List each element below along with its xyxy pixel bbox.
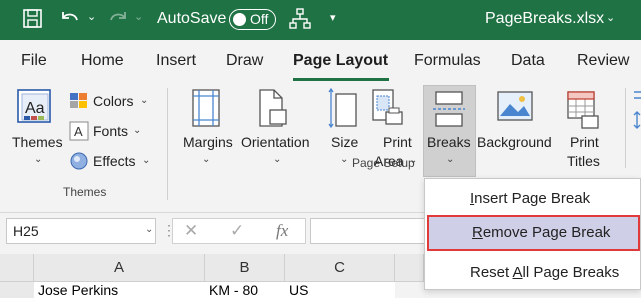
remove-hotkey: R [472,224,483,241]
autosave-toggle[interactable]: Off [229,9,276,30]
group-divider [625,88,626,168]
redo-dropdown-icon: ⌄ [134,11,144,23]
orientation-dropdown-icon[interactable]: ⌄ [273,154,281,165]
customize-toolbar-icon[interactable]: ▾ [330,11,336,24]
tab-draw[interactable]: Draw [226,52,263,70]
row-header[interactable] [0,282,34,298]
orientation-button-label[interactable]: Orientation [241,134,309,150]
toggle-knob [233,13,246,26]
organization-chart-icon[interactable] [289,8,311,35]
scale-group-icon[interactable] [632,88,641,153]
size-dropdown-icon[interactable]: ⌄ [340,154,348,165]
fonts-button-label[interactable]: Fonts [93,123,128,139]
fonts-icon[interactable]: A [69,121,89,146]
ribbon-tabs: File Home Insert Draw Page Layout Formul… [0,40,641,82]
autosave-label: AutoSave [157,10,227,27]
margins-icon[interactable] [190,88,222,133]
fonts-dropdown-icon[interactable]: ⌄ [133,125,141,136]
colors-icon[interactable] [69,92,89,115]
name-box[interactable]: H25 [6,218,156,244]
breaks-menu: Insert Page Break Remove Page Break Rese… [424,178,641,290]
undo-icon[interactable] [58,8,82,35]
title-bar: ⌄ ⌄ AutoSave Off ▾ PageBreaks.xlsx ⌄ [0,0,641,40]
print-titles-button-label-line2[interactable]: Titles [567,153,600,169]
formula-input[interactable] [310,218,428,244]
tab-home[interactable]: Home [81,52,124,70]
column-header-a[interactable]: A [34,254,205,282]
svg-text:A: A [74,124,83,139]
margins-dropdown-icon[interactable]: ⌄ [202,154,210,165]
print-titles-button-label-line1[interactable]: Print [570,134,599,150]
column-header-b[interactable]: B [205,254,285,282]
size-icon[interactable] [328,87,360,133]
insert-label: nsert Page Break [474,190,591,207]
column-header-d[interactable] [395,254,424,282]
tab-data[interactable]: Data [511,52,545,70]
orientation-icon[interactable] [256,88,288,133]
undo-dropdown-icon[interactable]: ⌄ [87,10,96,23]
print-area-button-label-line1[interactable]: Print [383,134,412,150]
insert-function-icon[interactable]: fx [276,221,288,241]
breaks-dropdown-icon[interactable]: ⌄ [446,154,454,165]
autosave-state: Off [250,11,269,27]
column-header-c[interactable]: C [285,254,395,282]
cell-a[interactable]: Jose Perkins [34,282,205,298]
tab-formulas[interactable]: Formulas [414,52,481,70]
tab-insert[interactable]: Insert [156,52,196,70]
name-box-dropdown-icon[interactable]: ⌄ [145,224,153,235]
print-titles-icon[interactable] [566,90,600,135]
remove-label: emove Page Break [482,224,611,241]
colors-button-label[interactable]: Colors [93,93,133,109]
size-button-label[interactable]: Size [331,134,358,150]
select-all-corner[interactable] [0,254,34,282]
breaks-button-label[interactable]: Breaks [427,134,471,150]
page-setup-group-label: Page Setup [352,156,415,170]
themes-icon[interactable]: Aa [16,88,56,131]
enter-icon[interactable]: ✓ [230,221,244,241]
themes-button-label[interactable]: Themes [12,134,63,150]
reset-label: ll Page Breaks [522,264,620,281]
remove-page-break-item[interactable]: Remove Page Break [427,215,640,251]
print-area-icon[interactable] [370,88,404,135]
tab-page-layout[interactable]: Page Layout [293,52,388,70]
background-button-label[interactable]: Background [477,134,552,150]
save-icon[interactable] [22,8,44,35]
file-name: PageBreaks.xlsx [485,10,605,27]
reset-prefix: Reset [470,264,513,281]
svg-text:Aa: Aa [25,100,45,117]
colors-dropdown-icon[interactable]: ⌄ [140,95,148,106]
effects-icon[interactable] [69,151,89,176]
reset-hotkey: A [512,264,523,281]
reset-all-page-breaks-item[interactable]: Reset All Page Breaks [425,255,641,291]
themes-dropdown-icon[interactable]: ⌄ [34,154,42,165]
tab-review[interactable]: Review [577,52,629,70]
cancel-icon[interactable]: ✕ [184,221,198,241]
redo-icon [106,8,130,35]
effects-dropdown-icon[interactable]: ⌄ [142,155,150,166]
tab-file[interactable]: File [21,52,47,70]
breaks-icon[interactable] [432,90,466,133]
background-icon[interactable] [496,90,536,131]
cell-c[interactable]: US [285,282,395,298]
cell-b[interactable]: KM - 80 [205,282,285,298]
filename-dropdown-icon[interactable]: ⌄ [606,11,615,24]
themes-group-label: Themes [63,185,107,199]
active-tab-indicator [293,78,389,81]
group-divider [167,88,168,200]
margins-button-label[interactable]: Margins [183,134,233,150]
insert-page-break-item[interactable]: Insert Page Break [425,181,641,217]
effects-button-label[interactable]: Effects [93,153,136,169]
